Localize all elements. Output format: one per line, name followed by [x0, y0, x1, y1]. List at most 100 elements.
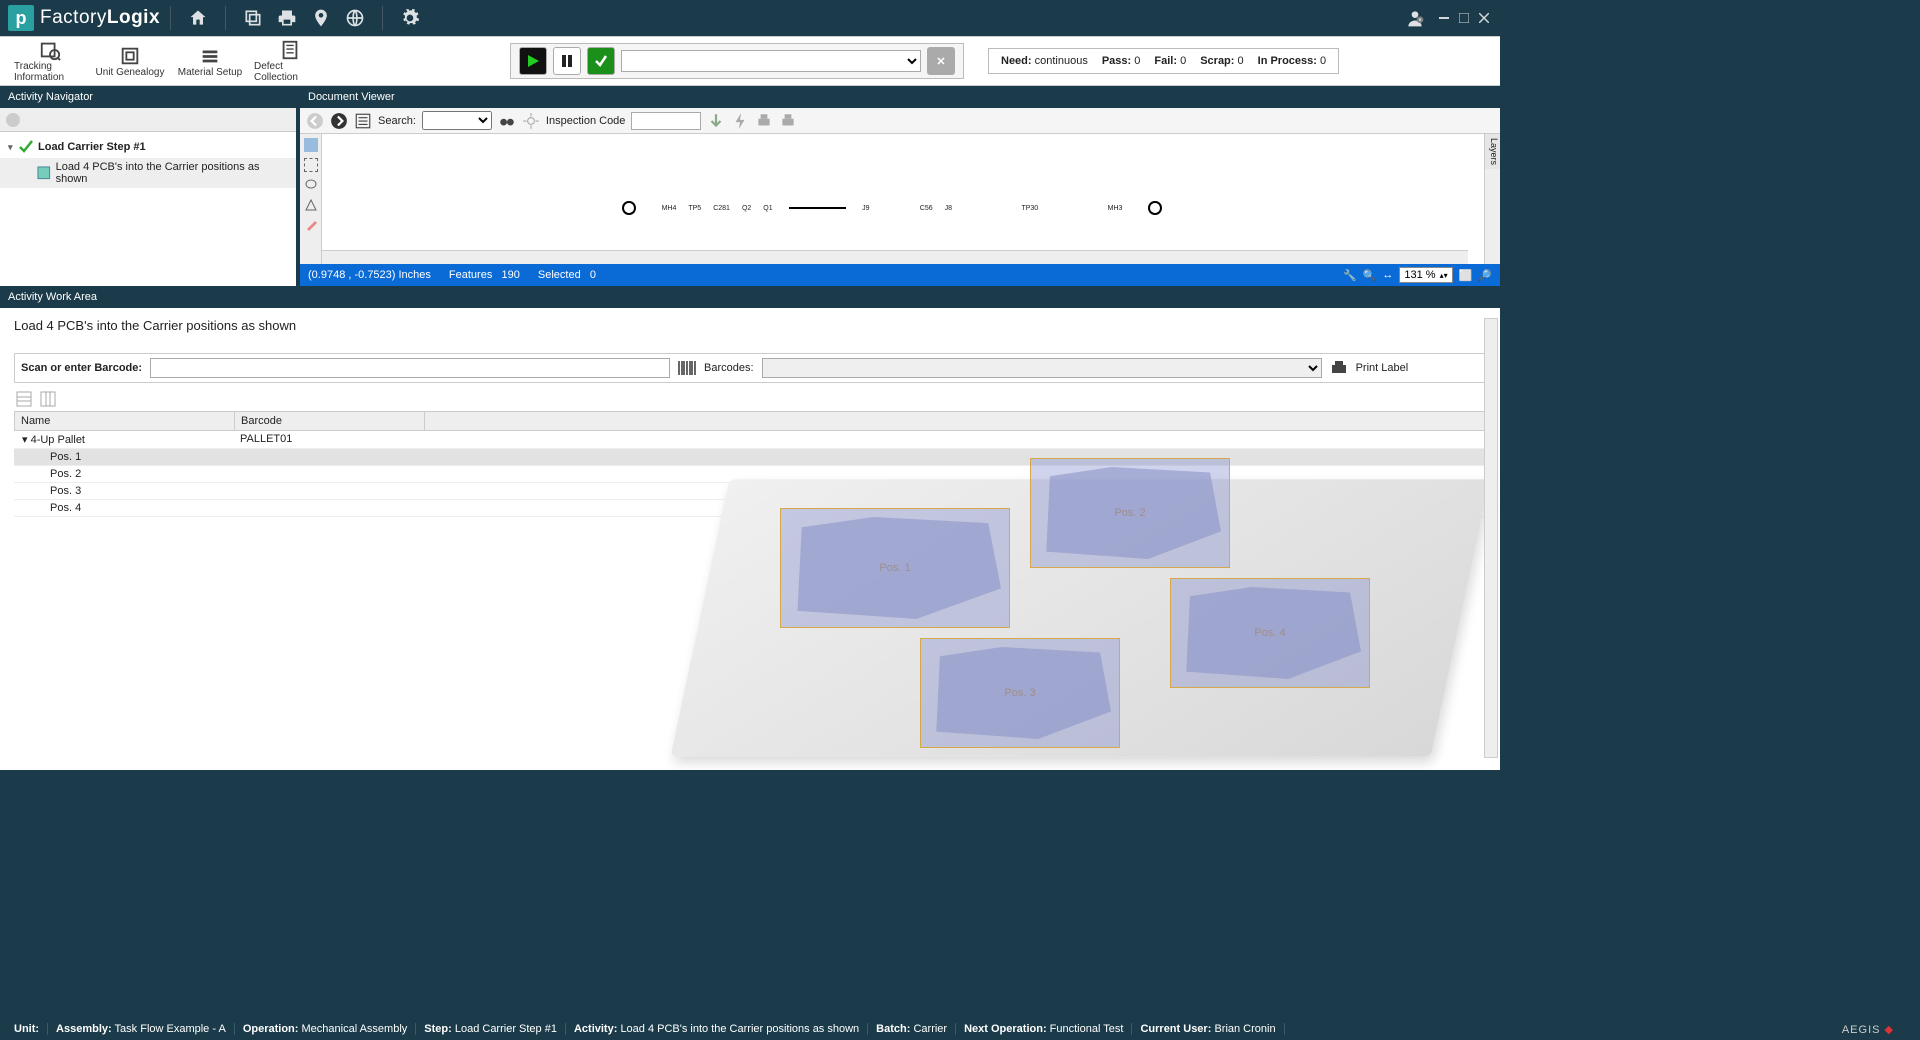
- doc-h-scrollbar[interactable]: [322, 250, 1468, 264]
- pointer-tool-icon[interactable]: [304, 138, 318, 152]
- back-icon[interactable]: [306, 112, 324, 130]
- pcb-label: TP30: [1021, 205, 1038, 212]
- app-logo: p: [8, 5, 34, 31]
- search-input[interactable]: [422, 111, 492, 130]
- print-doc-icon[interactable]: [755, 112, 773, 130]
- inspection-code-input[interactable]: [631, 112, 701, 130]
- home-icon[interactable]: [187, 7, 209, 29]
- print-label-icon: [1330, 359, 1348, 377]
- polygon-tool-icon[interactable]: [304, 198, 318, 212]
- work-area-scrollbar[interactable]: [1484, 318, 1498, 758]
- unit-genealogy-button[interactable]: Unit Genealogy: [90, 43, 170, 80]
- status-footer: Unit: Assembly: Task Flow Example - A Op…: [0, 1018, 1920, 1040]
- activity-navigator-panel: Activity Navigator ▾ Load Carrier Step #…: [0, 86, 300, 286]
- status-tool-icon[interactable]: 🔍: [1363, 269, 1377, 282]
- bolt-icon[interactable]: [731, 112, 749, 130]
- print-icon[interactable]: [276, 7, 298, 29]
- pallet-visualization: Pos. 1 Pos. 2 Pos. 3 Pos. 4: [640, 418, 1460, 768]
- list-icon[interactable]: [354, 112, 372, 130]
- nav-tree: ▾ Load Carrier Step #1 Load 4 PCB's into…: [0, 132, 296, 286]
- marquee-tool-icon[interactable]: [304, 158, 318, 172]
- pallet-slot-1[interactable]: Pos. 1: [780, 508, 1010, 628]
- pcb-layout: MH4 TP5 C281 Q2 Q1 J9 C56 J8 TP30 MH3: [622, 194, 1162, 222]
- material-setup-button[interactable]: Material Setup: [170, 43, 250, 80]
- work-area: Load 4 PCB's into the Carrier positions …: [0, 308, 1500, 770]
- windows-icon[interactable]: [242, 7, 264, 29]
- main-toolbar: Tracking Information Unit Genealogy Mate…: [0, 36, 1500, 86]
- pallet-slot-4[interactable]: Pos. 4: [1170, 578, 1370, 688]
- table-tool-icon[interactable]: [16, 391, 32, 410]
- zoom-fit-icon[interactable]: ⬜: [1459, 269, 1473, 282]
- layers-tab[interactable]: Layers: [1484, 134, 1500, 169]
- check-button[interactable]: [587, 47, 615, 75]
- minimize-button[interactable]: [1436, 11, 1452, 25]
- gear-icon[interactable]: [399, 7, 421, 29]
- pause-button[interactable]: [553, 47, 581, 75]
- playback-select[interactable]: [621, 50, 921, 72]
- inspection-label: Inspection Code: [546, 115, 626, 127]
- play-button[interactable]: [519, 47, 547, 75]
- playback-group: ✕: [510, 43, 964, 79]
- close-button[interactable]: [1476, 11, 1492, 25]
- forward-icon[interactable]: [330, 112, 348, 130]
- nav-step-row[interactable]: ▾ Load Carrier Step #1: [0, 136, 296, 158]
- lasso-tool-icon[interactable]: [304, 178, 318, 192]
- status-tool-icon[interactable]: 🔧: [1343, 269, 1357, 282]
- pcb-label: Q1: [763, 205, 772, 212]
- material-icon: [199, 45, 221, 67]
- work-area-header: Activity Work Area: [0, 286, 1500, 308]
- globe-icon[interactable]: [344, 7, 366, 29]
- scan-barcode-input[interactable]: [150, 358, 670, 378]
- genealogy-icon: [119, 45, 141, 67]
- nav-toolbar: [0, 108, 296, 132]
- pcb-label: J8: [945, 205, 952, 212]
- doc-vertical-toolbar: [300, 134, 322, 264]
- stats-panel: Need: continuous Pass: 0 Fail: 0 Scrap: …: [988, 48, 1339, 74]
- doc-status-bar: (0.9748 , -0.7523) Inches Features 190 S…: [300, 264, 1500, 286]
- activity-icon: [36, 165, 52, 181]
- print-doc2-icon[interactable]: [779, 112, 797, 130]
- user-icon[interactable]: [1404, 7, 1426, 29]
- scan-label: Scan or enter Barcode:: [21, 362, 142, 374]
- pallet-slot-3[interactable]: Pos. 3: [920, 638, 1120, 748]
- nav-refresh-icon[interactable]: [6, 113, 20, 127]
- zoom-zoom-icon[interactable]: 🔎: [1478, 269, 1492, 282]
- maximize-button[interactable]: [1456, 11, 1472, 25]
- brush-tool-icon[interactable]: [304, 218, 318, 232]
- step-icon: [18, 139, 34, 155]
- table-tool2-icon[interactable]: [40, 391, 56, 410]
- pallet-slot-2[interactable]: Pos. 2: [1030, 458, 1230, 568]
- table-toolbar: [14, 389, 1486, 411]
- pcb-label: Q2: [742, 205, 751, 212]
- aegis-logo: AEGIS ◆: [1842, 1023, 1914, 1036]
- defect-icon: [279, 39, 301, 61]
- settings-icon[interactable]: [522, 112, 540, 130]
- expand-icon[interactable]: ▾: [8, 142, 18, 153]
- tracking-information-button[interactable]: Tracking Information: [10, 37, 90, 85]
- work-area-title: Load 4 PCB's into the Carrier positions …: [14, 318, 1486, 333]
- col-name-header[interactable]: Name: [15, 412, 235, 430]
- zoom-input[interactable]: 131 %▴▾: [1399, 267, 1452, 283]
- status-tool-icon[interactable]: ↔: [1382, 269, 1393, 281]
- location-icon[interactable]: [310, 7, 332, 29]
- print-label-button[interactable]: Print Label: [1356, 362, 1409, 374]
- document-viewer-panel: Document Viewer Search: Inspection Code: [300, 86, 1500, 286]
- app-brand: FactoryLogix: [40, 7, 160, 29]
- pcb-label: TP5: [688, 205, 701, 212]
- defect-collection-button[interactable]: Defect Collection: [250, 37, 330, 85]
- doc-canvas[interactable]: MH4 TP5 C281 Q2 Q1 J9 C56 J8 TP30 MH3: [322, 134, 1484, 264]
- barcode-row: Scan or enter Barcode: Barcodes: Print L…: [14, 353, 1486, 383]
- search-label: Search:: [378, 115, 416, 127]
- pcb-label: MH4: [662, 205, 677, 212]
- nav-panel-header: Activity Navigator: [0, 86, 296, 108]
- clear-button[interactable]: ✕: [927, 47, 955, 75]
- doc-toolbar: Search: Inspection Code: [300, 108, 1500, 134]
- barcode-icon: [678, 359, 696, 377]
- apply-icon[interactable]: [707, 112, 725, 130]
- coords-readout: (0.9748 , -0.7523) Inches: [308, 269, 431, 281]
- nav-activity-row[interactable]: Load 4 PCB's into the Carrier positions …: [0, 158, 296, 188]
- barcodes-select[interactable]: [762, 358, 1322, 378]
- binoculars-icon[interactable]: [498, 112, 516, 130]
- col-barcode-header[interactable]: Barcode: [235, 412, 425, 430]
- title-bar: p FactoryLogix: [0, 0, 1500, 36]
